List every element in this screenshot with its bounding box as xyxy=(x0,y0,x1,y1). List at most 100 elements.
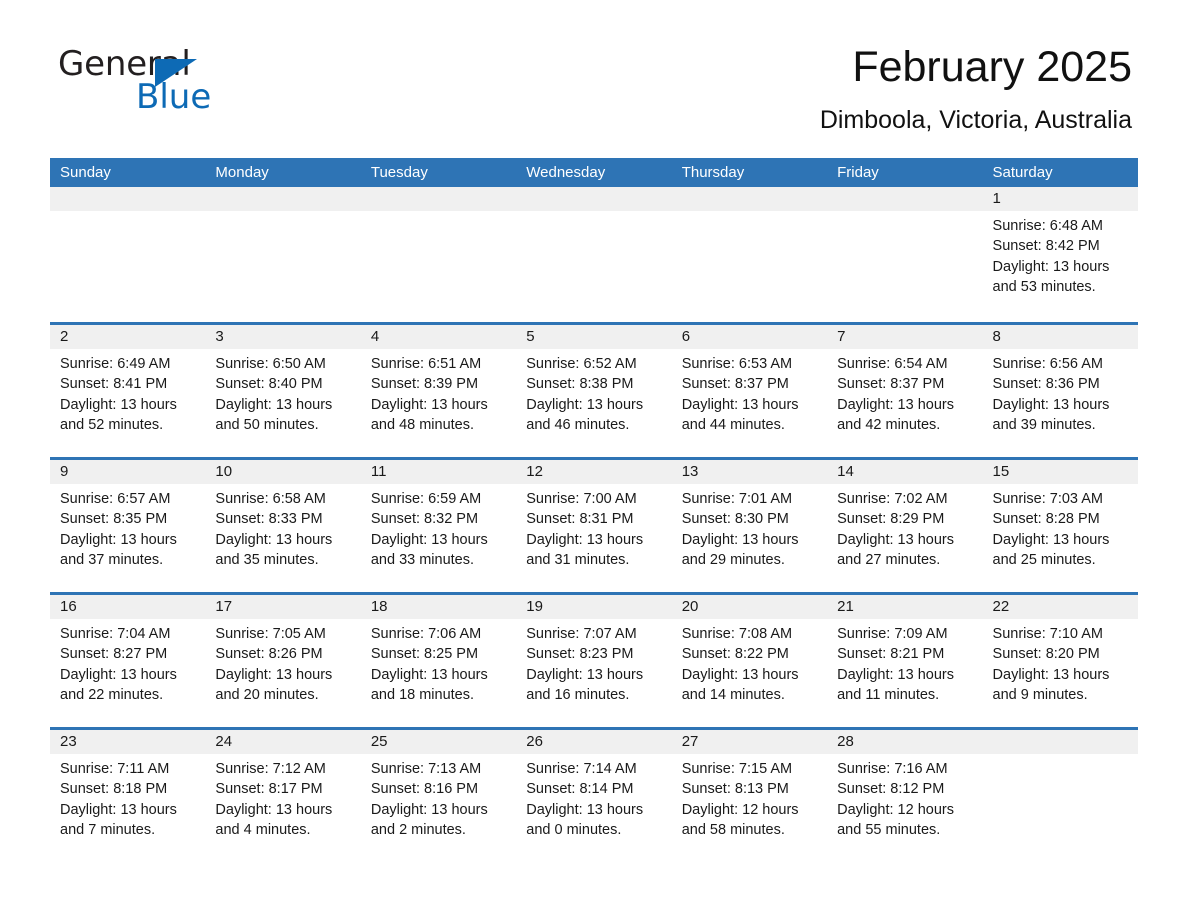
calendar-week-row: 16 Sunrise: 7:04 AM Sunset: 8:27 PM Dayligh… xyxy=(50,592,1138,727)
day-number: 23 xyxy=(50,730,206,754)
calendar-day-cell[interactable]: 28 Sunrise: 7:16 AM Sunset: 8:12 PM Dayligh… xyxy=(827,730,983,862)
sunrise-text: Sunrise: 6:51 AM xyxy=(370,356,482,372)
calendar-day-cell[interactable]: 12 Sunrise: 7:00 AM Sunset: 8:31 PM Dayligh… xyxy=(516,460,672,592)
sunset-text: Sunset: 8:32 PM xyxy=(370,511,479,528)
sunrise-text: Sunrise: 7:14 AM xyxy=(526,761,637,777)
weekday-header-tuesday: Tuesday xyxy=(370,164,428,181)
daylight-text: Daylight: 13 hours and 52 minutes. xyxy=(60,396,177,433)
daylight-text: Daylight: 13 hours and 35 minutes. xyxy=(215,531,333,568)
calendar-day-cell[interactable]: 22 Sunrise: 7:10 AM Sunset: 8:20 PM Dayligh… xyxy=(982,595,1138,727)
calendar-day-cell[interactable]: 19 Sunrise: 7:07 AM Sunset: 8:23 PM Dayligh… xyxy=(516,595,672,727)
day-details: Sunrise: 6:57 AM Sunset: 8:35 PM Daylight:… xyxy=(50,484,205,570)
calendar-day-cell[interactable]: 10 Sunrise: 6:58 AM Sunset: 8:33 PM Dayligh… xyxy=(205,460,361,592)
daylight-text: Daylight: 12 hours and 58 minutes. xyxy=(681,801,799,838)
calendar-day-cell[interactable]: 7 Sunrise: 6:54 AM Sunset: 8:37 PM Daylight… xyxy=(827,325,983,457)
calendar-day-cell[interactable]: 9 Sunrise: 6:57 AM Sunset: 8:35 PM Daylight… xyxy=(50,460,206,592)
daylight-text: Daylight: 13 hours and 44 minutes. xyxy=(681,396,799,433)
day-details: Sunrise: 6:50 AM Sunset: 8:40 PM Daylight:… xyxy=(205,349,360,435)
sunrise-text: Sunrise: 7:04 AM xyxy=(60,626,171,642)
day-details: Sunrise: 7:11 AM Sunset: 8:18 PM Daylight:… xyxy=(50,754,205,840)
calendar-day-cell[interactable]: 15 Sunrise: 7:03 AM Sunset: 8:28 PM Dayligh… xyxy=(982,460,1138,592)
day-number: 15 xyxy=(982,460,1138,484)
calendar-page: General Blue February 2025 Dimboola, Vic… xyxy=(0,0,1188,918)
day-details: Sunrise: 7:15 AM Sunset: 8:13 PM Daylight:… xyxy=(672,754,827,840)
calendar-day-cell[interactable]: 27 Sunrise: 7:15 AM Sunset: 8:13 PM Dayligh… xyxy=(671,730,828,862)
calendar-day-cell[interactable]: 20 Sunrise: 7:08 AM Sunset: 8:22 PM Dayligh… xyxy=(671,595,828,727)
calendar-day-cell[interactable]: 21 Sunrise: 7:09 AM Sunset: 8:21 PM Dayligh… xyxy=(827,595,983,727)
day-details: Sunrise: 7:04 AM Sunset: 8:27 PM Daylight:… xyxy=(50,619,205,705)
day-number: 18 xyxy=(360,595,517,619)
day-number: 2 xyxy=(50,325,206,349)
weekday-header-friday: Friday xyxy=(837,164,879,181)
day-details: Sunrise: 7:09 AM Sunset: 8:21 PM Daylight:… xyxy=(827,619,982,705)
daylight-text: Daylight: 13 hours and 39 minutes. xyxy=(992,396,1110,433)
page-subtitle-location: Dimboola, Victoria, Australia xyxy=(819,106,1132,134)
calendar-day-cell[interactable]: 2 Sunrise: 6:49 AM Sunset: 8:41 PM Daylight… xyxy=(50,325,206,457)
day-number: 3 xyxy=(205,325,361,349)
daylight-text: Daylight: 13 hours and 25 minutes. xyxy=(992,531,1110,568)
calendar-day-cell[interactable]: 13 Sunrise: 7:01 AM Sunset: 8:30 PM Dayligh… xyxy=(671,460,828,592)
calendar-day-cell[interactable]: 25 Sunrise: 7:13 AM Sunset: 8:16 PM Dayligh… xyxy=(360,730,517,862)
day-number: 12 xyxy=(516,460,672,484)
calendar-day-cell[interactable]: 16 Sunrise: 7:04 AM Sunset: 8:27 PM Dayligh… xyxy=(50,595,206,727)
calendar-day-cell[interactable]: 3 Sunrise: 6:50 AM Sunset: 8:40 PM Daylight… xyxy=(205,325,361,457)
calendar-day-cell[interactable]: 6 Sunrise: 6:53 AM Sunset: 8:37 PM Daylight… xyxy=(671,325,828,457)
daylight-text: Daylight: 13 hours and 46 minutes. xyxy=(526,396,644,433)
calendar-day-cell[interactable]: 24 Sunrise: 7:12 AM Sunset: 8:17 PM Dayligh… xyxy=(205,730,361,862)
day-number: 6 xyxy=(671,325,828,349)
day-details: Sunrise: 7:05 AM Sunset: 8:26 PM Daylight:… xyxy=(205,619,360,705)
daylight-text: Daylight: 13 hours and 16 minutes. xyxy=(526,666,644,703)
calendar-day-cell[interactable]: 23 Sunrise: 7:11 AM Sunset: 8:18 PM Dayligh… xyxy=(50,730,206,862)
daylight-text: Daylight: 13 hours and 20 minutes. xyxy=(215,666,333,703)
calendar-day-cell[interactable]: 18 Sunrise: 7:06 AM Sunset: 8:25 PM Dayligh… xyxy=(360,595,517,727)
daylight-text: Daylight: 13 hours and 50 minutes. xyxy=(215,396,333,433)
day-details: Sunrise: 7:00 AM Sunset: 8:31 PM Daylight:… xyxy=(516,484,671,570)
sunrise-text: Sunrise: 7:09 AM xyxy=(837,626,948,642)
weekday-header-sunday: Sunday xyxy=(60,164,111,181)
sunset-text: Sunset: 8:17 PM xyxy=(215,781,323,798)
day-number: 9 xyxy=(50,460,206,484)
day-number: 21 xyxy=(827,595,983,619)
daylight-text: Daylight: 13 hours and 27 minutes. xyxy=(837,531,954,568)
daylight-text: Daylight: 13 hours and 42 minutes. xyxy=(837,396,954,433)
daylight-text: Daylight: 13 hours and 31 minutes. xyxy=(526,531,644,568)
calendar-day-cell[interactable]: 11 Sunrise: 6:59 AM Sunset: 8:32 PM Dayligh… xyxy=(360,460,517,592)
calendar-day-cell-empty xyxy=(827,187,983,322)
day-number: 1 xyxy=(982,187,1138,211)
day-details: Sunrise: 7:07 AM Sunset: 8:23 PM Daylight:… xyxy=(516,619,671,705)
sunset-text: Sunset: 8:18 PM xyxy=(60,781,168,798)
daylight-text: Daylight: 13 hours and 4 minutes. xyxy=(215,801,333,838)
sunset-text: Sunset: 8:29 PM xyxy=(837,511,945,528)
sunset-text: Sunset: 8:23 PM xyxy=(526,646,634,663)
day-number: 14 xyxy=(827,460,983,484)
calendar-day-cell[interactable]: 26 Sunrise: 7:14 AM Sunset: 8:14 PM Dayligh… xyxy=(516,730,672,862)
day-details: Sunrise: 6:59 AM Sunset: 8:32 PM Daylight:… xyxy=(361,484,516,570)
sunset-text: Sunset: 8:16 PM xyxy=(370,781,479,798)
sunset-text: Sunset: 8:37 PM xyxy=(837,376,945,393)
calendar-day-cell[interactable]: 14 Sunrise: 7:02 AM Sunset: 8:29 PM Dayligh… xyxy=(827,460,983,592)
day-number: 7 xyxy=(827,325,983,349)
sunrise-text: Sunrise: 6:50 AM xyxy=(215,356,326,372)
calendar-day-cell[interactable]: 5 Sunrise: 6:52 AM Sunset: 8:38 PM Daylight… xyxy=(516,325,672,457)
sunrise-text: Sunrise: 6:54 AM xyxy=(837,356,948,372)
daylight-text: Daylight: 13 hours and 48 minutes. xyxy=(370,396,488,433)
day-number: 28 xyxy=(827,730,983,754)
daylight-text: Daylight: 13 hours and 11 minutes. xyxy=(837,666,954,703)
sunrise-text: Sunrise: 7:11 AM xyxy=(60,761,170,777)
day-details: Sunrise: 6:49 AM Sunset: 8:41 PM Daylight:… xyxy=(50,349,205,435)
sunrise-text: Sunrise: 7:02 AM xyxy=(837,491,948,507)
day-number: 11 xyxy=(360,460,517,484)
sunrise-text: Sunrise: 7:03 AM xyxy=(992,491,1103,507)
generalblue-logo[interactable]: General Blue xyxy=(58,45,318,117)
sunset-text: Sunset: 8:22 PM xyxy=(681,646,789,663)
sunrise-text: Sunrise: 7:13 AM xyxy=(370,761,482,777)
daylight-text: Daylight: 13 hours and 14 minutes. xyxy=(681,666,799,703)
calendar-day-cell[interactable]: 17 Sunrise: 7:05 AM Sunset: 8:26 PM Dayligh… xyxy=(205,595,361,727)
daylight-text: Daylight: 13 hours and 7 minutes. xyxy=(60,801,177,838)
day-number: 27 xyxy=(671,730,828,754)
daylight-text: Daylight: 13 hours and 0 minutes. xyxy=(526,801,644,838)
calendar-day-cell[interactable]: 8 Sunrise: 6:56 AM Sunset: 8:36 PM Daylight… xyxy=(982,325,1138,457)
calendar-day-cell[interactable]: 1 Sunrise: 6:48 AM Sunset: 8:42 PM Daylight… xyxy=(982,187,1138,322)
calendar-day-cell[interactable]: 4 Sunrise: 6:51 AM Sunset: 8:39 PM Daylight… xyxy=(360,325,517,457)
sunset-text: Sunset: 8:27 PM xyxy=(60,646,168,663)
